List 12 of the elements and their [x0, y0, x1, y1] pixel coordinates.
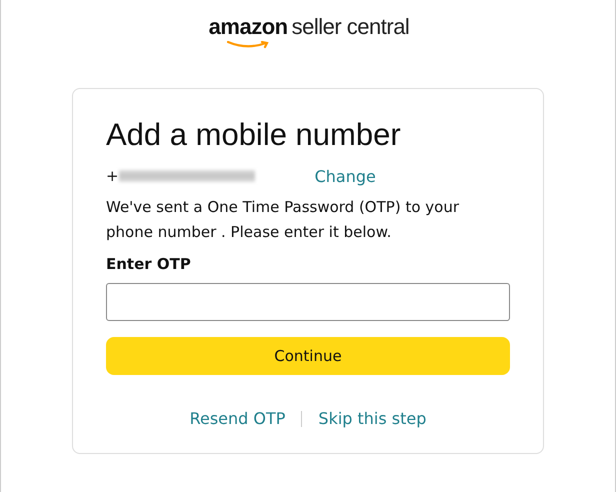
brand-text: amazon	[208, 14, 288, 40]
otp-message: We've sent a One Time Password (OTP) to your phone number . Please enter it below.	[106, 197, 460, 243]
footer-link[interactable]: Resend OTP	[190, 409, 286, 428]
continue-button[interactable]: Continue	[106, 337, 510, 375]
change-link[interactable]: Change	[314, 166, 376, 186]
smile-arrow-icon	[226, 41, 271, 49]
page-title: Add a mobile number	[106, 116, 402, 154]
product-text: seller central	[292, 14, 410, 40]
otp-input-field[interactable]	[106, 283, 510, 321]
footer-link[interactable]: Skip this step	[318, 409, 426, 428]
phone-prefix: +	[106, 167, 119, 185]
otp-label: Enter OTP	[106, 255, 192, 273]
